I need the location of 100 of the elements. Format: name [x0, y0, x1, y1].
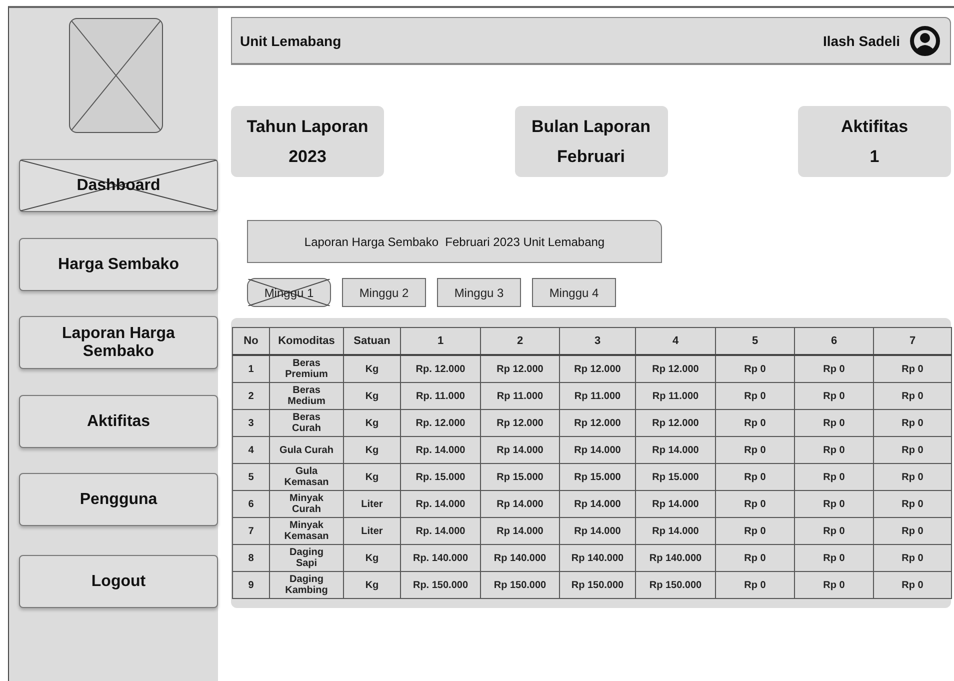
table-cell: Rp. 14.000 — [400, 490, 480, 518]
table-cell: Liter — [344, 490, 400, 518]
table-cell: Rp 150.000 — [480, 572, 560, 598]
table-cell: Rp 150.000 — [560, 572, 636, 598]
stat-label: Bulan Laporan — [531, 116, 650, 136]
nav-button[interactable]: Laporan Harga Sembako — [19, 316, 218, 369]
table-cell: Rp 0 — [794, 490, 874, 518]
table-cell: Rp 11.000 — [480, 382, 560, 410]
table-cell: Beras Curah — [270, 410, 344, 436]
table-cell: Rp 14.000 — [480, 518, 560, 544]
table-cell: 1 — [232, 355, 270, 382]
table-cell: Rp 12.000 — [480, 355, 560, 382]
table-cell: Rp. 150.000 — [400, 572, 480, 598]
table-cell: Rp 0 — [716, 544, 794, 572]
column-header: No — [232, 328, 270, 355]
table-cell: Rp 0 — [794, 464, 874, 490]
table-cell: Rp 0 — [716, 355, 794, 382]
table-cell: Minyak Curah — [270, 490, 344, 518]
table-cell: Rp 0 — [874, 410, 952, 436]
table-cell: Rp 14.000 — [636, 490, 716, 518]
table-cell: Kg — [344, 355, 400, 382]
report-title: Laporan Harga Sembako Februari 2023 Unit Lemabang — [304, 234, 605, 248]
nav-button[interactable]: Harga Sembako — [19, 238, 218, 291]
column-header: 5 — [716, 328, 794, 355]
table-cell: Rp 0 — [794, 436, 874, 464]
table-cell: Rp 0 — [716, 410, 794, 436]
nav-button[interactable]: Aktifitas — [19, 395, 218, 448]
table-cell: Rp 0 — [716, 518, 794, 544]
table-cell: Minyak Kemasan — [270, 518, 344, 544]
column-header: 4 — [636, 328, 716, 355]
table-cell: Rp 15.000 — [560, 464, 636, 490]
table-cell: Rp 12.000 — [636, 410, 716, 436]
table-cell: Rp 0 — [794, 572, 874, 598]
table-cell: Rp 12.000 — [560, 410, 636, 436]
table-cell: Rp 0 — [794, 355, 874, 382]
table-cell: Rp 0 — [794, 382, 874, 410]
table-cell: Rp. 15.000 — [400, 464, 480, 490]
column-header: Satuan — [344, 328, 400, 355]
nav-button[interactable]: Pengguna — [19, 473, 218, 526]
table-cell: Daging Kambing — [270, 572, 344, 598]
stat-value: 2023 — [288, 146, 326, 166]
table-cell: Rp. 11.000 — [400, 382, 480, 410]
table-cell: Rp. 14.000 — [400, 436, 480, 464]
table-cell: Rp 0 — [874, 436, 952, 464]
table-cell: Rp 0 — [874, 382, 952, 410]
table-cell: Rp 150.000 — [636, 572, 716, 598]
week-tab[interactable]: Minggu 3 — [437, 278, 521, 307]
column-header: 6 — [794, 328, 874, 355]
table-cell: 9 — [232, 572, 270, 598]
table-cell: Kg — [344, 464, 400, 490]
table-cell: Rp 14.000 — [636, 436, 716, 464]
nav-button[interactable]: Logout — [19, 555, 218, 608]
table-cell: Kg — [344, 572, 400, 598]
table-cell: Rp 0 — [716, 572, 794, 598]
unit-name: Unit Lemabang — [240, 32, 342, 48]
table-cell: Rp 0 — [794, 410, 874, 436]
table-cell: Liter — [344, 518, 400, 544]
table-cell: Rp 14.000 — [636, 518, 716, 544]
column-header: 7 — [874, 328, 952, 355]
table-cell: Rp 14.000 — [480, 436, 560, 464]
table-cell: Rp 12.000 — [636, 355, 716, 382]
table-cell: 7 — [232, 518, 270, 544]
table-cell: Rp 14.000 — [560, 436, 636, 464]
table-cell: Rp 15.000 — [636, 464, 716, 490]
stat-value: Februari — [556, 146, 626, 166]
table-cell: Rp 140.000 — [480, 544, 560, 572]
table-cell: Rp 14.000 — [560, 490, 636, 518]
table-cell: 3 — [232, 410, 270, 436]
table-cell: Beras Medium — [270, 382, 344, 410]
table-cell: 8 — [232, 544, 270, 572]
table-cell: Rp 0 — [716, 382, 794, 410]
table-cell: Rp 12.000 — [480, 410, 560, 436]
table-cell: Rp. 12.000 — [400, 410, 480, 436]
stat-label: Aktifitas — [840, 116, 908, 136]
table-cell: Rp 14.000 — [480, 490, 560, 518]
table-cell: Rp. 140.000 — [400, 544, 480, 572]
table-cell: Rp 0 — [794, 544, 874, 572]
table-cell: Gula Kemasan — [270, 464, 344, 490]
table-cell: Rp 0 — [716, 464, 794, 490]
table-cell: Rp 0 — [874, 490, 952, 518]
stat-label: Tahun Laporan — [246, 116, 368, 136]
table-cell: Rp 0 — [874, 518, 952, 544]
table-cell: Rp 12.000 — [560, 355, 636, 382]
table-cell: 5 — [232, 464, 270, 490]
table-cell: Rp 0 — [716, 490, 794, 518]
table-cell: 2 — [232, 382, 270, 410]
week-tab[interactable]: Minggu 4 — [532, 278, 616, 307]
table-cell: Rp 15.000 — [480, 464, 560, 490]
column-header: 1 — [400, 328, 480, 355]
table-cell: 4 — [232, 436, 270, 464]
user-avatar-icon[interactable] — [910, 26, 940, 56]
table-cell: Rp 14.000 — [560, 518, 636, 544]
stat-value: 1 — [870, 146, 880, 166]
table-cell: Rp. 12.000 — [400, 355, 480, 382]
column-header: Komoditas — [270, 328, 344, 355]
table-cell: Gula Curah — [270, 436, 344, 464]
week-tab[interactable]: Minggu 2 — [342, 278, 426, 307]
user-name: Ilash Sadeli — [822, 32, 900, 48]
table-cell: Beras Premium — [270, 355, 344, 382]
table-cell: Rp 0 — [874, 544, 952, 572]
